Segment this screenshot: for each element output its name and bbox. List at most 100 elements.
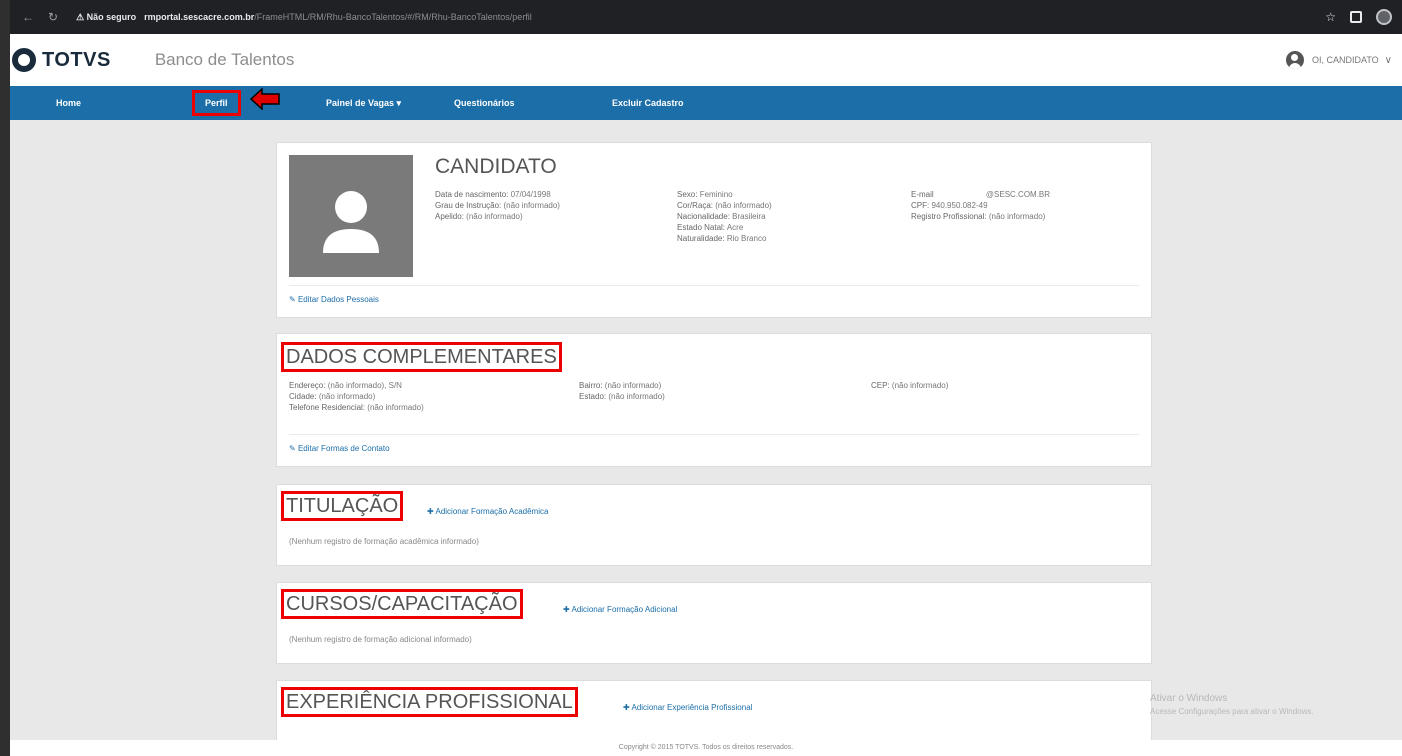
field-label: Grau de Instrução: (435, 201, 502, 210)
field-value: Brasileira (732, 212, 766, 221)
browser-profile-icon[interactable] (1376, 9, 1392, 25)
plus-icon: ✚ (563, 605, 570, 614)
divider (289, 434, 1139, 435)
field-value: (não informado) (715, 201, 772, 210)
add-experience-link[interactable]: ✚ Adicionar Experiência Profissional (623, 703, 752, 712)
experiencia-title: EXPERIÊNCIA PROFISSIONAL (281, 687, 578, 717)
academic-empty-note: (Nenhum registro de formação acadêmica i… (289, 537, 479, 546)
field-value: (não informado) (367, 403, 424, 412)
nav-excluir-cadastro[interactable]: Excluir Cadastro (612, 86, 684, 120)
titulacao-card: TITULAÇÃO ✚ Adicionar Formação Acadêmica… (276, 484, 1152, 566)
field-value: (não informado) (503, 201, 560, 210)
field-value: @SESC.COM.BR (985, 190, 1051, 199)
field-value: Rio Branco (726, 234, 767, 243)
field-label: Telefone Residencial: (289, 403, 366, 412)
field-label: Endereço: (289, 381, 326, 390)
complementary-data-card: DADOS COMPLEMENTARES Endereço: (não info… (276, 333, 1152, 467)
field-label: Naturalidade: (677, 234, 725, 243)
chevron-down-icon: ∨ (1384, 54, 1392, 66)
nav-questionarios[interactable]: Questionários (454, 86, 515, 120)
personal-col-3: E-mail @SESC.COM.BR CPF: 940.950.082-49 … (911, 189, 1050, 222)
back-icon[interactable]: ← (22, 10, 34, 24)
field-value: Feminino (699, 190, 733, 199)
url-domain: rmportal.sescacre.com.br (144, 12, 255, 22)
not-secure-warning[interactable]: ⚠ Não seguro (76, 12, 136, 23)
complementary-col-2: Bairro: (não informado) Estado: (não inf… (579, 380, 665, 402)
add-additional-link[interactable]: ✚ Adicionar Formação Adicional (563, 605, 677, 614)
address-bar[interactable]: ⚠ Não seguro rmportal.sescacre.com.br /F… (76, 7, 532, 27)
browser-chrome: ← ↻ ⚠ Não seguro rmportal.sescacre.com.br… (0, 0, 1402, 34)
bookmark-star-icon[interactable]: ☆ (1325, 10, 1336, 24)
field-label: CEP: (871, 381, 890, 390)
app-header: TOTVS Banco de Talentos OI, CANDIDATO ∨ (0, 34, 1402, 86)
field-value: 07/04/1998 (510, 190, 551, 199)
red-arrow-annotation-icon (250, 88, 280, 110)
field-value: (não informado), S/N (327, 381, 402, 390)
edit-contact-link[interactable]: ✎ Editar Formas de Contato (289, 444, 390, 453)
field-value: (não informado) (891, 381, 949, 390)
cursos-title: CURSOS/CAPACITAÇÃO (281, 589, 523, 619)
watermark-subtitle: Acesse Configurações para ativar o Windo… (1150, 707, 1314, 716)
field-label: Cor/Raça: (677, 201, 714, 210)
field-value: Acre (726, 223, 744, 232)
user-greeting: OI, CANDIDATO (1311, 55, 1379, 65)
plus-icon: ✚ (623, 703, 630, 712)
field-label: CPF: (911, 201, 930, 210)
field-label: Bairro: (579, 381, 603, 390)
divider (289, 285, 1139, 286)
copyright-text: Copyright © 2015 TOTVS. Todos os direito… (618, 744, 794, 751)
reload-icon[interactable]: ↻ (48, 10, 58, 24)
field-value: (não informado) (466, 212, 523, 221)
nav-perfil[interactable]: Perfil (192, 90, 241, 116)
user-menu[interactable]: OI, CANDIDATO ∨ (1285, 51, 1392, 69)
titulacao-title: TITULAÇÃO (281, 491, 404, 521)
pencil-icon: ✎ (289, 444, 296, 453)
content-area: CANDIDATO Data de nascimento: 07/04/1998… (0, 120, 1402, 744)
field-value: (não informado) (608, 392, 665, 401)
nav-painel-de-vagas[interactable]: Painel de Vagas ▾ (326, 86, 401, 120)
personal-data-card: CANDIDATO Data de nascimento: 07/04/1998… (276, 142, 1152, 318)
complementary-col-1: Endereço: (não informado), S/N Cidade: (… (289, 380, 424, 413)
edit-personal-data-link[interactable]: ✎ Editar Dados Pessoais (289, 295, 379, 304)
edit-personal-data-label: Editar Dados Pessoais (297, 295, 379, 304)
nav-home[interactable]: Home (56, 86, 81, 120)
cursos-card: CURSOS/CAPACITAÇÃO ✚ Adicionar Formação … (276, 582, 1152, 664)
field-label: Cidade: (289, 392, 317, 401)
add-academic-link[interactable]: ✚ Adicionar Formação Acadêmica (427, 507, 548, 516)
add-academic-label: Adicionar Formação Acadêmica (435, 507, 549, 516)
windows-activation-watermark: Ativar o Windows Acesse Configurações pa… (1150, 692, 1314, 718)
candidate-name: CANDIDATO (435, 155, 557, 178)
edit-contact-label: Editar Formas de Contato (297, 444, 390, 453)
user-avatar-icon (1285, 51, 1304, 69)
totvs-logo[interactable]: TOTVS (12, 48, 111, 72)
app-title: Banco de Talentos (154, 50, 295, 69)
field-value: 940.950.082-49 (931, 201, 988, 210)
field-label: Sexo: (677, 190, 698, 199)
footer: Copyright © 2015 TOTVS. Todos os direito… (0, 740, 1402, 756)
field-label: Data de nascimento: (435, 190, 509, 199)
complementary-data-title: DADOS COMPLEMENTARES (281, 342, 562, 372)
additional-empty-note: (Nenhum registro de formação adicional i… (289, 635, 472, 644)
watermark-title: Ativar o Windows (1150, 693, 1228, 704)
totvs-logo-icon (12, 48, 36, 72)
field-label: Estado: (579, 392, 607, 401)
add-experience-label: Adicionar Experiência Profissional (631, 703, 753, 712)
experiencia-card: EXPERIÊNCIA PROFISSIONAL ✚ Adicionar Exp… (276, 680, 1152, 744)
field-label: Apelido: (435, 212, 464, 221)
pencil-icon: ✎ (289, 295, 296, 304)
add-additional-label: Adicionar Formação Adicional (571, 605, 678, 614)
extensions-icon[interactable] (1350, 11, 1362, 23)
profile-photo[interactable] (289, 155, 413, 277)
field-label: E-mail (911, 190, 934, 199)
personal-col-2: Sexo: Feminino Cor/Raça: (não informado)… (677, 189, 772, 244)
field-value: (não informado) (988, 212, 1046, 221)
field-value: (não informado) (318, 392, 376, 401)
field-label: Estado Natal: (677, 223, 726, 232)
plus-icon: ✚ (427, 507, 434, 516)
field-label: Nacionalidade: (677, 212, 730, 221)
field-value: (não informado) (604, 381, 662, 390)
logo-text: TOTVS (42, 48, 111, 71)
complementary-col-3: CEP: (não informado) (871, 380, 948, 391)
user-silhouette-icon (323, 191, 379, 253)
personal-col-1: Data de nascimento: 07/04/1998 Grau de I… (435, 189, 560, 222)
